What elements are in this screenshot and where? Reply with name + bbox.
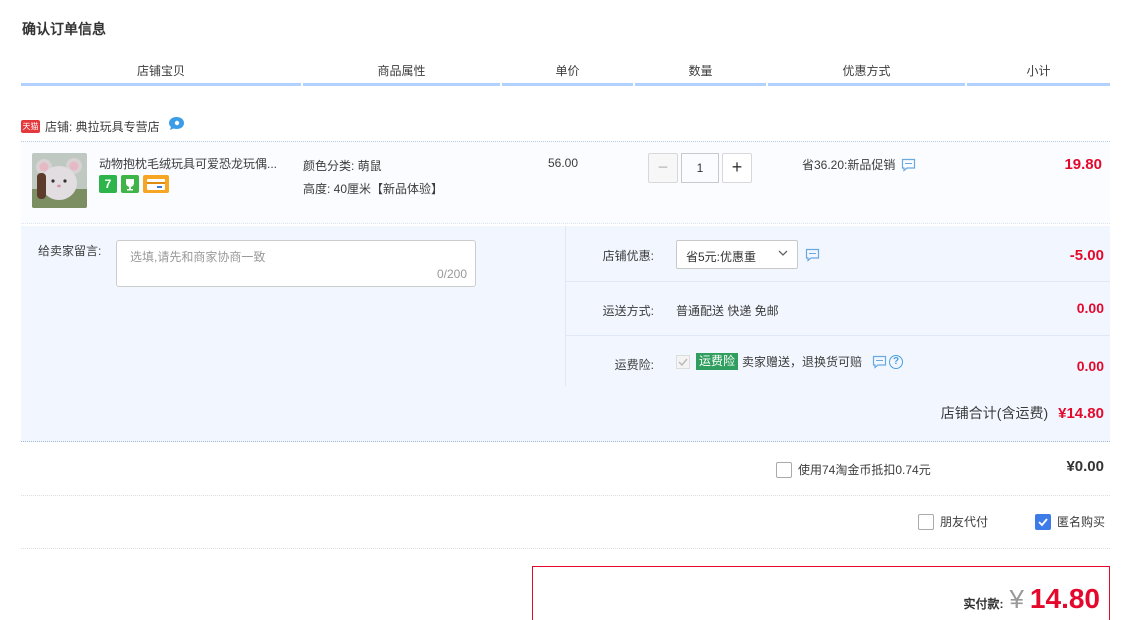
shop-discount-label: 店铺优惠: bbox=[602, 249, 654, 263]
insurance-option: 运费险 卖家赠送，退换货可赔 ? bbox=[676, 353, 904, 370]
shipping-method: 普通配送 快递 免邮 bbox=[676, 304, 779, 318]
shipping-label: 运送方式: bbox=[602, 304, 654, 318]
chevron-down-icon bbox=[778, 250, 788, 256]
message-label: 给卖家留言: bbox=[38, 244, 102, 258]
actual-payment-amount: 14.80 bbox=[1029, 583, 1100, 614]
promotion-info: 省36.20:新品促销 bbox=[802, 156, 916, 173]
coin-deduction-amount: ¥0.00 bbox=[1066, 458, 1104, 475]
anonymous-purchase-option[interactable]: 匿名购买 bbox=[1035, 513, 1105, 530]
unit-price: 56.00 bbox=[548, 156, 579, 170]
insurance-row: 运费险: 运费险 卖家赠送，退换货可赔 ? 0.00 bbox=[565, 336, 1110, 386]
insurance-checkbox bbox=[676, 354, 690, 369]
currency-symbol: ¥ bbox=[1009, 584, 1024, 614]
header-shop-item: 店铺宝贝 bbox=[21, 62, 301, 86]
quantity-input[interactable]: 1 bbox=[681, 153, 719, 183]
product-service-tags: 7 bbox=[99, 175, 169, 193]
insurance-badge: 运费险 bbox=[696, 353, 739, 370]
wangwang-chat-icon[interactable] bbox=[168, 116, 185, 131]
promotion-text: 省36.20:新品促销 bbox=[802, 158, 896, 172]
message-placeholder: 选填,请先和商家协商一致 bbox=[130, 250, 266, 264]
item-subtotal: 19.80 bbox=[1064, 156, 1102, 173]
insurance-label: 运费险: bbox=[614, 358, 654, 372]
attr-height: 高度: 40厘米【新品体验】 bbox=[303, 182, 444, 196]
header-subtotal: 小计 bbox=[967, 62, 1110, 86]
guarantee-cup-icon bbox=[121, 175, 139, 193]
seven-day-return-icon: 7 bbox=[99, 175, 117, 193]
attr-color: 颜色分类: 萌鼠 bbox=[303, 159, 382, 173]
coin-checkbox[interactable] bbox=[776, 461, 792, 478]
header-unit-price: 单价 bbox=[502, 62, 633, 86]
tmall-badge: 天猫 bbox=[21, 119, 40, 133]
shop-discount-amount: -5.00 bbox=[1069, 247, 1104, 264]
shop-discount-selected: 省5元:优惠重 bbox=[686, 250, 757, 264]
shop-line: 天猫 店铺: 典拉玩具专营店 bbox=[21, 116, 185, 135]
shipping-amount: 0.00 bbox=[1076, 300, 1104, 316]
shop-total-label: 店铺合计(含运费) bbox=[940, 405, 1049, 421]
friend-pay-option[interactable]: 朋友代付 bbox=[918, 513, 988, 530]
shipping-row: 运送方式: 普通配送 快递 免邮 0.00 bbox=[565, 282, 1110, 336]
payment-summary-box: 实付款: ¥ 14.80 bbox=[532, 566, 1110, 620]
insurance-amount: 0.00 bbox=[1076, 358, 1104, 374]
payment-options-row: 朋友代付 匿名购买 bbox=[21, 497, 1110, 549]
product-title[interactable]: 动物抱枕毛绒玩具可爱恐龙玩偶... bbox=[99, 155, 299, 172]
header-attributes: 商品属性 bbox=[303, 62, 500, 86]
actual-payment-label: 实付款: bbox=[963, 597, 1004, 611]
coin-deduction-option[interactable]: 使用74淘金币抵扣0.74元 bbox=[776, 461, 931, 478]
order-item-row: 动物抱枕毛绒玩具可爱恐龙玩偶... 7 颜色分类: 萌鼠 高度: 40厘米【新品… bbox=[21, 141, 1110, 224]
shop-name[interactable]: 店铺: 典拉玩具专营店 bbox=[45, 118, 160, 135]
anonymous-purchase-label: 匿名购买 bbox=[1057, 515, 1106, 529]
shop-fee-panel: 店铺优惠: 省5元:优惠重 -5.00 运送方式: 普通配送 快递 免邮 0.0… bbox=[565, 226, 1110, 386]
header-discount: 优惠方式 bbox=[768, 62, 965, 86]
quantity-increase-button[interactable]: + bbox=[722, 153, 752, 183]
shop-total: 店铺合计(含运费) ¥14.80 bbox=[941, 403, 1104, 423]
coin-deduction-label: 使用74淘金币抵扣0.74元 bbox=[798, 463, 931, 477]
anonymous-purchase-checkbox[interactable] bbox=[1035, 513, 1051, 530]
insurance-text: 卖家赠送，退换货可赔 bbox=[742, 355, 863, 369]
order-table-header: 店铺宝贝 商品属性 单价 数量 优惠方式 小计 bbox=[21, 62, 1110, 86]
friend-pay-label: 朋友代付 bbox=[940, 515, 989, 529]
coin-deduction-row: 使用74淘金币抵扣0.74元 ¥0.00 bbox=[21, 443, 1110, 496]
friend-pay-checkbox[interactable] bbox=[918, 513, 934, 530]
promo-comment-icon[interactable] bbox=[901, 158, 916, 172]
quantity-stepper: − 1 + bbox=[648, 153, 752, 183]
message-char-count: 0/200 bbox=[436, 267, 467, 281]
page-title: 确认订单信息 bbox=[22, 21, 106, 37]
credit-card-icon bbox=[143, 175, 169, 193]
insurance-comment-icon[interactable] bbox=[872, 355, 887, 369]
shop-discount-select[interactable]: 省5元:优惠重 bbox=[676, 240, 798, 269]
quantity-decrease-button[interactable]: − bbox=[648, 153, 678, 183]
order-options-panel: 给卖家留言: 选填,请先和商家协商一致 0/200 店铺优惠: 省5元:优惠重 … bbox=[21, 226, 1110, 442]
shop-discount-row: 店铺优惠: 省5元:优惠重 -5.00 bbox=[565, 226, 1110, 282]
discount-comment-icon[interactable] bbox=[805, 248, 820, 262]
header-quantity: 数量 bbox=[635, 62, 766, 86]
product-thumbnail[interactable] bbox=[32, 153, 87, 208]
shop-total-amount: ¥14.80 bbox=[1058, 405, 1104, 422]
help-icon[interactable]: ? bbox=[889, 354, 904, 369]
actual-payment: 实付款: ¥ 14.80 bbox=[963, 583, 1100, 615]
message-textarea[interactable]: 选填,请先和商家协商一致 0/200 bbox=[116, 240, 476, 287]
